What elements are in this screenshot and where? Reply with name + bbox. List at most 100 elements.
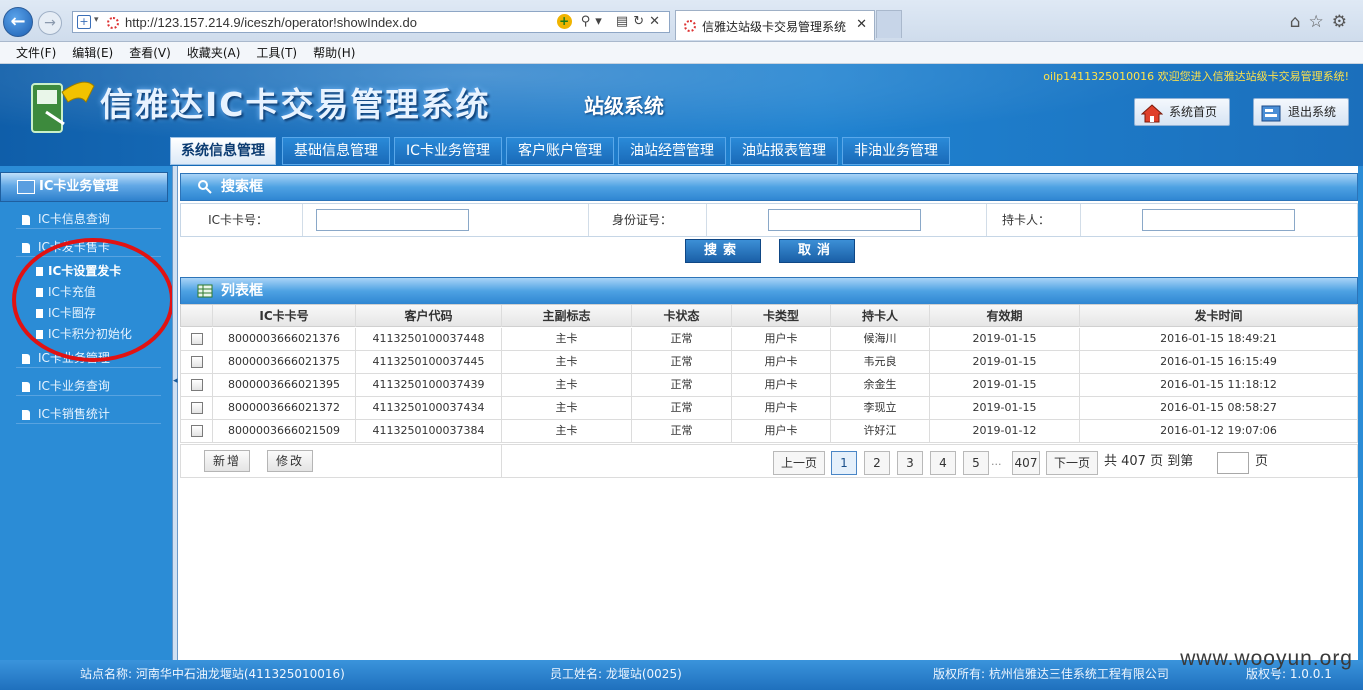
cell-card-no: 8000003666021372 [213,397,356,419]
home-button[interactable]: 系统首页 [1134,98,1230,126]
page-jump-input[interactable] [1217,452,1249,474]
pager-suffix: 页 [1255,454,1269,469]
collapse-arrow-icon[interactable]: ◂ [173,376,178,386]
edit-button[interactable]: 修改 [267,450,313,472]
page-icon [22,353,30,364]
sidebar-item-business-query[interactable]: IC卡业务查询 [16,376,161,396]
welcome-text: oilp1411325010016 欢迎您进入信雅达站级卡交易管理系统! [1043,70,1349,83]
nav-tab-customer-account[interactable]: 客户账户管理 [506,137,614,165]
forward-icon[interactable]: → [38,11,62,35]
browser-right-icons[interactable]: ⌂☆⚙ [1290,12,1355,32]
card-no-input[interactable] [316,209,469,231]
id-no-input[interactable] [768,209,921,231]
col-issue-time: 发卡时间 [1194,309,1243,323]
cell-valid-until: 2019-01-15 [930,351,1080,373]
site-favicon-icon: + [77,15,91,29]
back-icon[interactable]: ← [3,7,33,37]
page-3-button[interactable]: 3 [897,451,923,475]
cell-holder: 李现立 [831,397,930,419]
search-panel-title: 搜索框 [221,179,263,195]
row-checkbox[interactable] [190,402,203,414]
compat-icon[interactable]: + [556,14,572,29]
nav-tab-station-operation[interactable]: 油站经营管理 [618,137,726,165]
col-card-type: 卡类型 [732,305,831,327]
menu-help[interactable]: 帮助(H) [313,42,355,61]
tab-close-icon[interactable]: ✕ [856,17,867,32]
cancel-button[interactable]: 取消 [779,239,855,263]
menu-tools[interactable]: 工具(T) [256,42,297,61]
logout-button[interactable]: 退出系统 [1253,98,1349,126]
table-footer: 新增 修改 上一页 1 2 3 4 5 ... 407 下一页 共 407 页 … [180,444,1358,478]
cell-card-no: 8000003666021395 [213,374,356,396]
cell-card-status: 正常 [632,420,732,442]
pager-ellipsis: ... [991,455,1002,468]
cell-issue-time: 2016-01-15 11:18:12 [1160,378,1277,391]
browser-tab[interactable]: 信雅达站级卡交易管理系统 ✕ [675,10,875,40]
cell-card-type: 用户卡 [732,374,831,396]
loading-icon [107,17,119,29]
row-checkbox[interactable] [190,379,203,391]
sidebar-item-card-query[interactable]: IC卡信息查询 [16,209,161,229]
menu-view[interactable]: 查看(V) [129,42,171,61]
cell-card-no: 8000003666021509 [213,420,356,442]
table-row[interactable]: 8000003666021372 4113250100037434 主卡 正常 … [180,397,1358,420]
sidebar-splitter[interactable]: ◂ [172,166,178,660]
table-row[interactable]: 8000003666021395 4113250100037439 主卡 正常 … [180,374,1358,397]
page-1-button[interactable]: 1 [831,451,857,475]
address-tools[interactable]: + ⚲▾ ▤↻✕ [556,14,665,29]
cell-issue-time: 2016-01-12 19:07:06 [1160,424,1277,437]
watermark: www.wooyun.org [1180,647,1353,670]
holder-input[interactable] [1142,209,1295,231]
page-last-button[interactable]: 407 [1012,451,1040,475]
cell-issue-time: 2016-01-15 08:58:27 [1160,401,1277,414]
sidebar-title[interactable]: IC卡业务管理 [0,172,168,202]
page-icon [22,409,30,420]
cell-card-status: 正常 [632,374,732,396]
id-no-label: 身份证号： [589,204,707,236]
row-checkbox[interactable] [190,356,203,368]
tab-title: 信雅达站级卡交易管理系统 [702,20,847,34]
table-row[interactable]: 8000003666021375 4113250100037445 主卡 正常 … [180,351,1358,374]
table-header: IC卡卡号 客户代码 主副标志 卡状态 卡类型 持卡人 有效期 发卡时间 [180,304,1358,327]
new-tab-button[interactable] [876,10,902,38]
menu-file[interactable]: 文件(F) [16,42,56,61]
app-title: 信雅达IC卡交易管理系统 [100,85,491,124]
dropdown-icon[interactable]: ▾ [94,15,99,25]
cell-issue-time: 2016-01-15 16:15:49 [1160,355,1277,368]
cell-card-status: 正常 [632,397,732,419]
nav-tab-non-oil[interactable]: 非油业务管理 [842,137,950,165]
cell-primary-flag: 主卡 [502,328,632,350]
page-4-button[interactable]: 4 [930,451,956,475]
row-checkbox[interactable] [190,333,203,345]
search-button[interactable]: 搜索 [685,239,761,263]
add-button[interactable]: 新增 [204,450,250,472]
card-no-label: IC卡卡号： [181,204,303,236]
home-label: 系统首页 [1169,105,1218,119]
cell-customer-code: 4113250100037434 [356,397,502,419]
url-text[interactable]: http://123.157.214.9/iceszh/operator!sho… [125,15,417,30]
nav-tab-basic-info[interactable]: 基础信息管理 [282,137,390,165]
table-row[interactable]: 8000003666021376 4113250100037448 主卡 正常 … [180,328,1358,351]
sidebar-item-sales-stats[interactable]: IC卡销售统计 [16,404,161,424]
cell-card-type: 用户卡 [732,397,831,419]
cell-primary-flag: 主卡 [502,351,632,373]
pager-summary: 共 407 页 到第 [1104,454,1194,469]
page-icon [22,242,30,253]
cell-valid-until: 2019-01-15 [930,328,1080,350]
row-checkbox[interactable] [190,425,203,437]
address-bar[interactable]: + ▾ http://123.157.214.9/iceszh/operator… [72,11,670,33]
tab-loading-icon [684,20,696,32]
next-page-button[interactable]: 下一页 [1046,451,1098,475]
nav-tab-ic-card-business[interactable]: IC卡业务管理 [394,137,502,165]
menu-favorites[interactable]: 收藏夹(A) [187,42,241,61]
menu-edit[interactable]: 编辑(E) [72,42,113,61]
status-bar: 站点名称: 河南华中石油龙堰站(411325010016) 员工姓名: 龙堰站(… [0,660,1363,690]
table-row[interactable]: 8000003666021509 4113250100037384 主卡 正常 … [180,420,1358,443]
page-5-button[interactable]: 5 [963,451,989,475]
nav-tab-system-info[interactable]: 系统信息管理 [170,137,276,165]
page-2-button[interactable]: 2 [864,451,890,475]
nav-tab-station-report[interactable]: 油站报表管理 [730,137,838,165]
cell-card-status: 正常 [632,328,732,350]
prev-page-button[interactable]: 上一页 [773,451,825,475]
col-customer-code: 客户代码 [356,305,502,327]
